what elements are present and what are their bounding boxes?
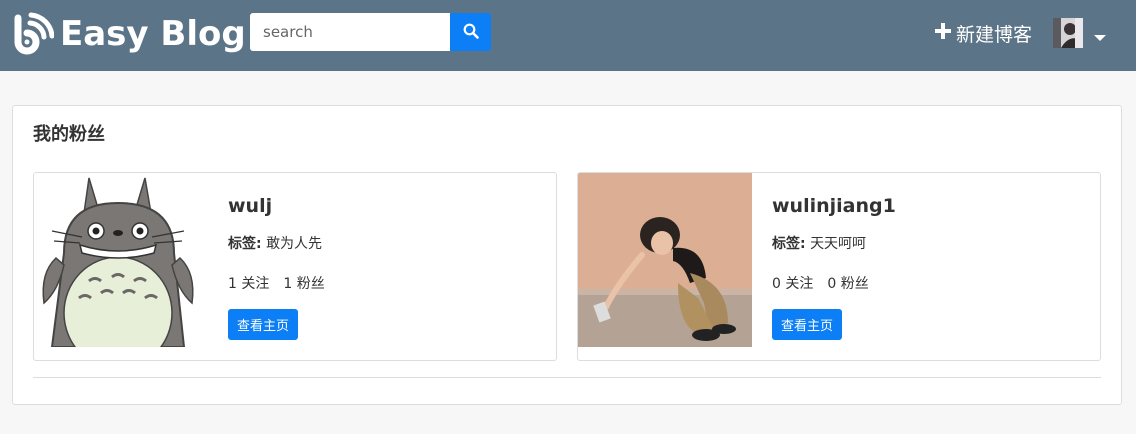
fan-avatar-totoro	[34, 173, 208, 360]
fan-card: wulinjiang1 标签: 天天呵呵 0 关注 0 粉丝 查看主页	[577, 172, 1101, 361]
top-navbar: Easy Blog 新建博客	[0, 0, 1136, 71]
divider	[33, 377, 1101, 378]
fan-followers-count: 0 粉丝	[827, 276, 869, 292]
search-icon	[463, 23, 479, 42]
new-post-button[interactable]: 新建博客	[934, 18, 1032, 48]
fan-tags: 标签: 敢为人先	[228, 233, 322, 253]
caret-down-icon[interactable]	[1094, 27, 1106, 46]
fan-tag-value: 敢为人先	[266, 236, 323, 252]
fan-name: wulinjiang1	[772, 195, 896, 217]
new-post-label: 新建博客	[956, 23, 1033, 46]
fans-panel: 我的粉丝 wulj 标签: 敢为人先 1 关注 1 粉丝 查看主页 wulinj…	[12, 105, 1122, 405]
fan-following-count: 0 关注	[772, 276, 814, 292]
view-homepage-button[interactable]: 查看主页	[228, 309, 299, 340]
fan-tag-label: 标签:	[772, 236, 806, 252]
page-title: 我的粉丝	[33, 124, 105, 145]
plus-icon	[934, 22, 956, 45]
fan-tag-value: 天天呵呵	[810, 236, 867, 252]
fan-following-count: 1 关注	[228, 276, 270, 292]
fan-tags: 标签: 天天呵呵	[772, 233, 866, 253]
fan-avatar-photo	[578, 173, 752, 347]
fan-stats: 1 关注 1 粉丝	[228, 273, 325, 293]
search-input[interactable]	[250, 13, 450, 51]
search-button[interactable]	[450, 13, 491, 51]
blog-logo-icon	[10, 12, 54, 56]
fan-card: wulj 标签: 敢为人先 1 关注 1 粉丝 查看主页	[33, 172, 557, 361]
view-homepage-button[interactable]: 查看主页	[772, 309, 843, 340]
fan-tag-label: 标签:	[228, 236, 262, 252]
brand-name: Easy Blog	[60, 14, 246, 54]
fan-name: wulj	[228, 195, 273, 217]
user-avatar[interactable]	[1053, 18, 1083, 48]
fan-stats: 0 关注 0 粉丝	[772, 273, 869, 293]
fan-followers-count: 1 粉丝	[283, 276, 325, 292]
search-form	[250, 13, 491, 51]
brand-link[interactable]: Easy Blog	[10, 9, 246, 59]
